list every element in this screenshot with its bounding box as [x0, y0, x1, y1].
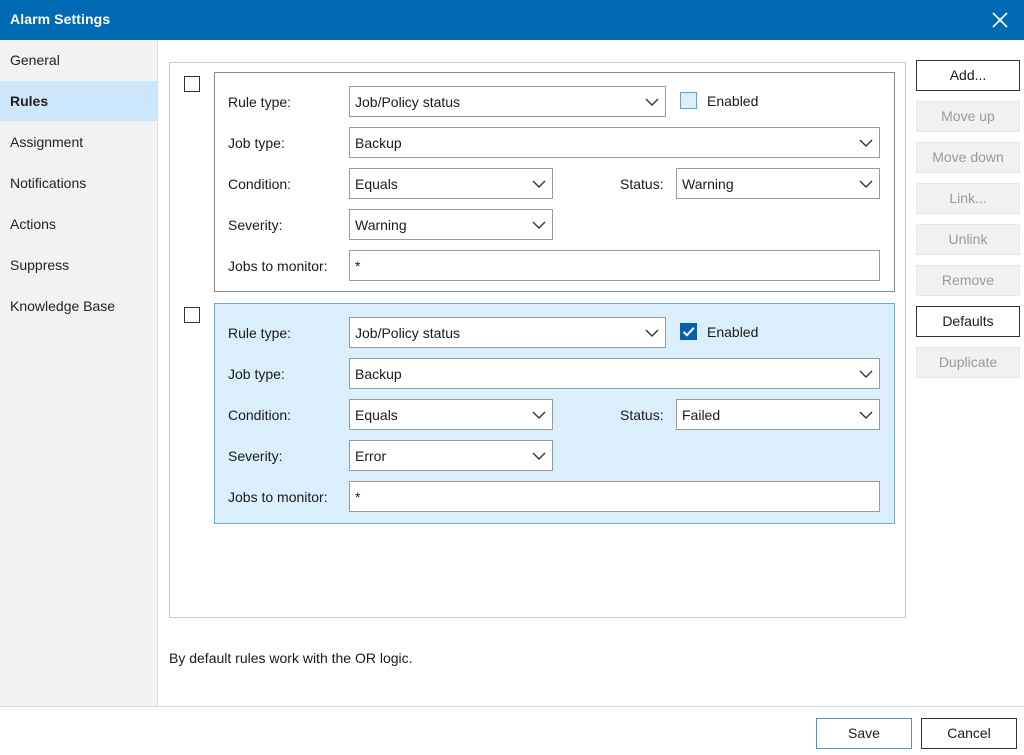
sidebar-item-rules[interactable]: Rules [0, 81, 157, 121]
unlink-button[interactable]: Unlink [916, 224, 1020, 255]
rule-2-rule-type-value: Job/Policy status [355, 325, 461, 341]
defaults-button[interactable]: Defaults [916, 306, 1020, 337]
rule-2-condition-dropdown[interactable]: Equals [349, 399, 553, 430]
rule-type-label: Rule type: [228, 94, 292, 110]
move-up-button[interactable]: Move up [916, 101, 1020, 132]
rule-1-severity-dropdown[interactable]: Warning [349, 209, 553, 240]
sidebar-item-knowledge-base[interactable]: Knowledge Base [0, 286, 157, 326]
chevron-down-icon [645, 329, 659, 337]
rule-1-rule-type-dropdown[interactable]: Job/Policy status [349, 86, 666, 117]
save-button[interactable]: Save [816, 718, 912, 749]
rule-2-job-type-dropdown[interactable]: Backup [349, 358, 880, 389]
close-icon[interactable] [988, 8, 1012, 32]
rule-2-enabled-label: Enabled [707, 324, 759, 340]
title-bar: Alarm Settings [0, 0, 1024, 40]
chevron-down-icon [859, 411, 873, 419]
chevron-down-icon [532, 411, 546, 419]
rule-1-select-checkbox[interactable] [184, 76, 200, 92]
move-down-button[interactable]: Move down [916, 142, 1020, 173]
chevron-down-icon [645, 98, 659, 106]
rule-2-job-type-value: Backup [355, 366, 402, 382]
condition-label: Condition: [228, 176, 292, 192]
checkmark-icon [682, 327, 695, 337]
rule-1-job-type-dropdown[interactable]: Backup [349, 127, 880, 158]
sidebar-item-general[interactable]: General [0, 40, 157, 80]
rule-2-jobs-to-monitor-input[interactable] [349, 481, 880, 512]
chevron-down-icon [859, 180, 873, 188]
job-type-label: Job type: [228, 135, 285, 151]
jobs-to-monitor-label: Jobs to monitor: [228, 489, 328, 505]
rule-1-status-dropdown[interactable]: Warning [676, 168, 880, 199]
rule-1-enabled-checkbox[interactable] [680, 92, 697, 109]
severity-label: Severity: [228, 448, 283, 464]
link-button[interactable]: Link... [916, 183, 1020, 214]
remove-button[interactable]: Remove [916, 265, 1020, 296]
sidebar-item-assignment[interactable]: Assignment [0, 122, 157, 162]
chevron-down-icon [532, 452, 546, 460]
rule-1-status-value: Warning [682, 176, 734, 192]
jobs-to-monitor-label: Jobs to monitor: [228, 258, 328, 274]
rule-1-enabled-label: Enabled [707, 93, 759, 109]
rule-2[interactable]: Rule type: Job/Policy status Enabled Job… [214, 303, 895, 524]
rule-1-severity-value: Warning [355, 217, 407, 233]
chevron-down-icon [532, 180, 546, 188]
window-title: Alarm Settings [10, 11, 111, 27]
sidebar-item-suppress[interactable]: Suppress [0, 245, 157, 285]
duplicate-button[interactable]: Duplicate [916, 347, 1020, 378]
rule-1-condition-value: Equals [355, 176, 398, 192]
or-logic-note: By default rules work with the OR logic. [169, 650, 413, 666]
rule-2-select-checkbox[interactable] [184, 307, 200, 323]
condition-label: Condition: [228, 407, 292, 423]
main-content: Rule type: Job/Policy status Enabled Job… [158, 40, 1024, 706]
status-label: Status: [620, 407, 664, 423]
rule-2-status-dropdown[interactable]: Failed [676, 399, 880, 430]
sidebar: General Rules Assignment Notifications A… [0, 40, 158, 706]
rule-1-rule-type-value: Job/Policy status [355, 94, 461, 110]
rule-2-severity-value: Error [355, 448, 387, 464]
rule-type-label: Rule type: [228, 325, 292, 341]
chevron-down-icon [859, 370, 873, 378]
sidebar-item-notifications[interactable]: Notifications [0, 163, 157, 203]
job-type-label: Job type: [228, 366, 285, 382]
severity-label: Severity: [228, 217, 283, 233]
rule-2-status-value: Failed [682, 407, 721, 423]
rule-1-jobs-to-monitor-input[interactable] [349, 250, 880, 281]
sidebar-item-actions[interactable]: Actions [0, 204, 157, 244]
chevron-down-icon [859, 139, 873, 147]
rule-2-rule-type-dropdown[interactable]: Job/Policy status [349, 317, 666, 348]
rule-2-condition-value: Equals [355, 407, 398, 423]
rule-2-enabled-checkbox[interactable] [680, 323, 697, 340]
rule-2-severity-dropdown[interactable]: Error [349, 440, 553, 471]
dialog-footer: Save Cancel [0, 706, 1024, 755]
chevron-down-icon [532, 221, 546, 229]
rule-1-condition-dropdown[interactable]: Equals [349, 168, 553, 199]
add-button[interactable]: Add... [916, 60, 1020, 91]
rule-1: Rule type: Job/Policy status Enabled Job… [214, 72, 895, 292]
rules-list: Rule type: Job/Policy status Enabled Job… [169, 62, 906, 618]
status-label: Status: [620, 176, 664, 192]
rule-1-job-type-value: Backup [355, 135, 402, 151]
cancel-button[interactable]: Cancel [921, 718, 1017, 749]
